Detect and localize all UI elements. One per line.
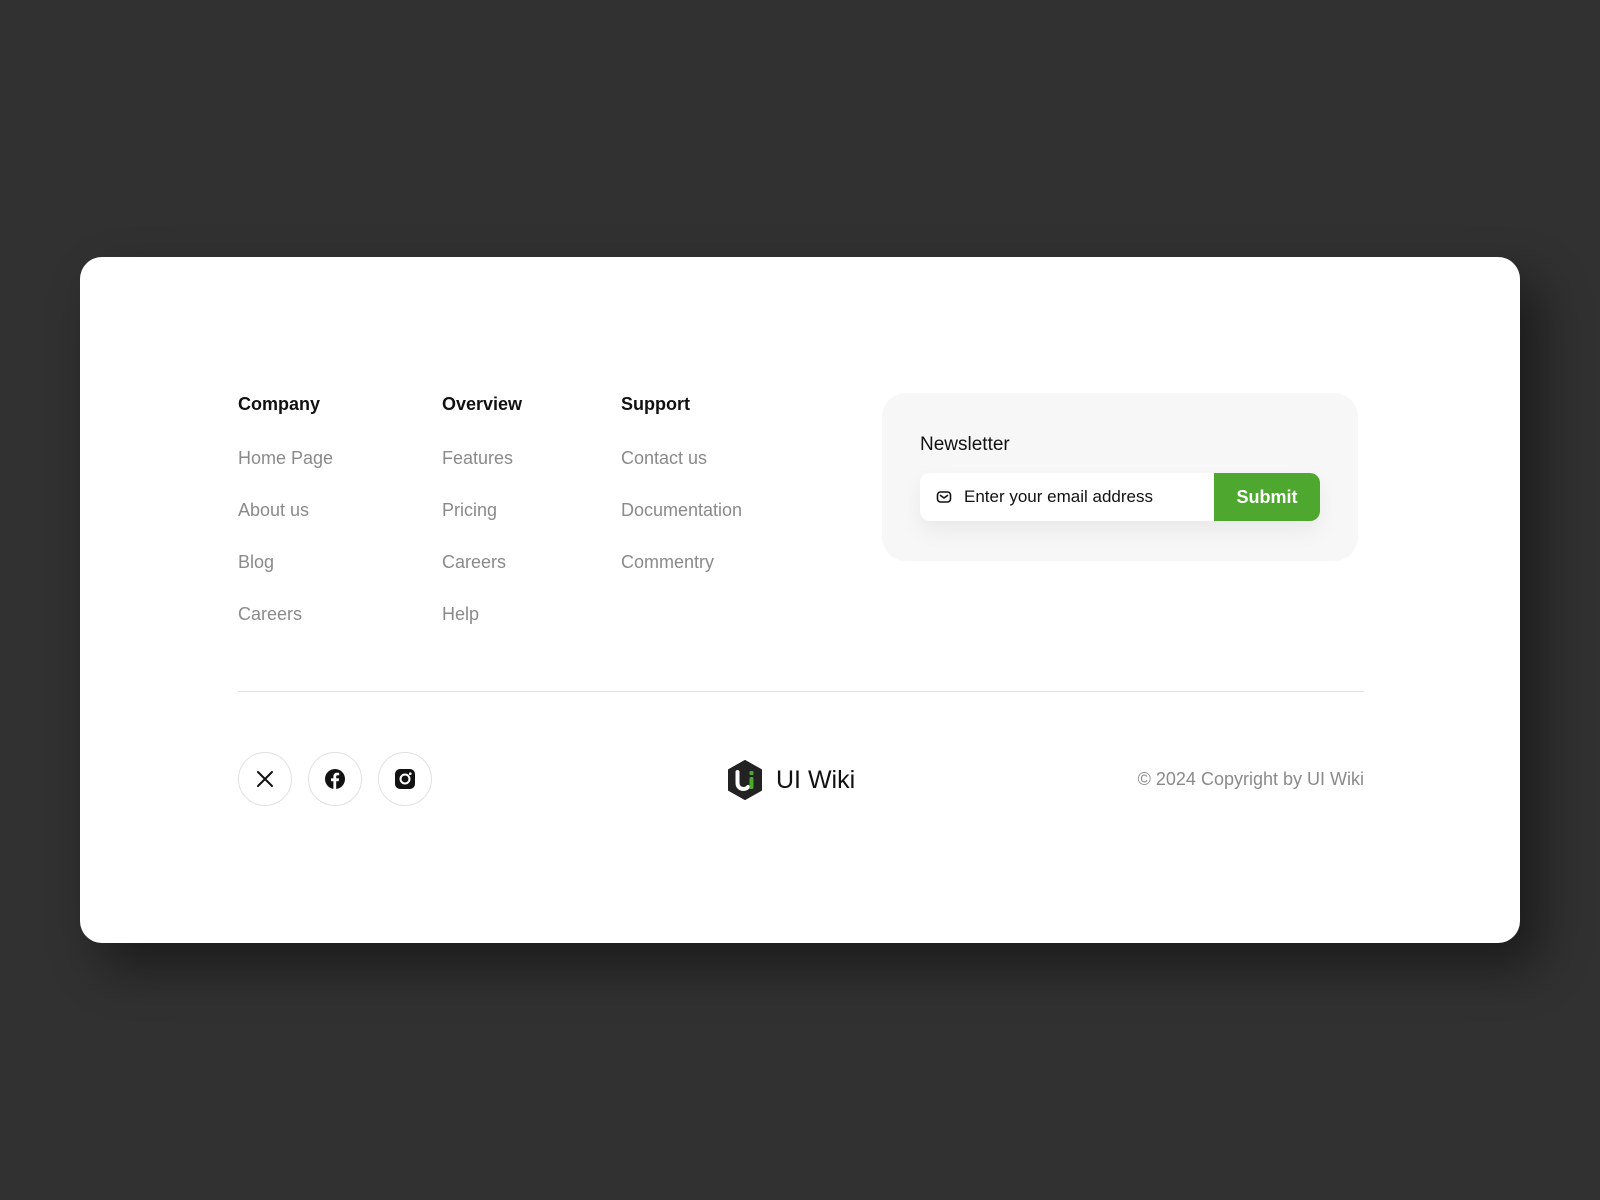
link-about-us[interactable]: About us (238, 500, 309, 520)
link-careers[interactable]: Careers (238, 604, 302, 624)
list-item: Blog (238, 551, 333, 573)
mail-icon (936, 489, 952, 505)
social-links (238, 752, 448, 806)
x-button[interactable] (238, 752, 292, 806)
footer-divider (238, 691, 1364, 692)
link-list: Features Pricing Careers Help (442, 447, 522, 625)
list-item: Careers (238, 603, 333, 625)
instagram-icon (394, 768, 416, 790)
newsletter-form: Submit (920, 473, 1320, 521)
newsletter-panel: Newsletter Submit (882, 393, 1358, 561)
link-help[interactable]: Help (442, 604, 479, 624)
link-blog[interactable]: Blog (238, 552, 274, 572)
link-home-page[interactable]: Home Page (238, 448, 333, 468)
list-item: Pricing (442, 499, 522, 521)
list-item: Contact us (621, 447, 742, 469)
list-item: Careers (442, 551, 522, 573)
ui-wiki-logo (728, 760, 762, 800)
list-item: Help (442, 603, 522, 625)
facebook-button[interactable] (308, 752, 362, 806)
list-item: Commentry (621, 551, 742, 573)
link-list: Home Page About us Blog Careers (238, 447, 333, 625)
link-documentation[interactable]: Documentation (621, 500, 742, 520)
link-pricing[interactable]: Pricing (442, 500, 497, 520)
link-commentry[interactable]: Commentry (621, 552, 714, 572)
link-list: Contact us Documentation Commentry (621, 447, 742, 573)
footer-column-overview: Overview Features Pricing Careers Help (442, 393, 522, 655)
column-title: Support (621, 394, 690, 414)
newsletter-title: Newsletter (920, 434, 1010, 455)
brand[interactable]: UI Wiki (726, 760, 855, 800)
list-item: About us (238, 499, 333, 521)
instagram-button[interactable] (378, 752, 432, 806)
brand-name: UI Wiki (776, 766, 856, 794)
list-item: Home Page (238, 447, 333, 469)
x-icon (256, 770, 274, 788)
footer-column-support: Support Contact us Documentation Comment… (621, 393, 742, 603)
footer-card: Company Home Page About us Blog Careers … (80, 257, 1520, 943)
column-title: Company (238, 394, 321, 414)
copyright-text: © 2024 Copyright by UI Wiki (1137, 769, 1364, 789)
list-item: Features (442, 447, 522, 469)
footer-column-company: Company Home Page About us Blog Careers (238, 393, 333, 655)
link-careers-overview[interactable]: Careers (442, 552, 506, 572)
link-contact-us[interactable]: Contact us (621, 448, 707, 468)
list-item: Documentation (621, 499, 742, 521)
link-features[interactable]: Features (442, 448, 513, 468)
submit-button[interactable]: Submit (1214, 473, 1320, 521)
column-title: Overview (442, 394, 523, 414)
facebook-icon (324, 768, 346, 790)
email-input[interactable] (964, 473, 1202, 521)
